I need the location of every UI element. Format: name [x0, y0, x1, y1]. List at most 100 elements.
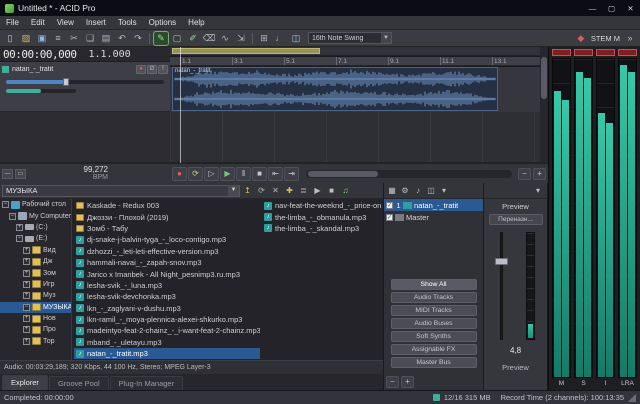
file-item[interactable]: ♪lesha-svik-devchonka.mp3: [74, 291, 260, 302]
file-item[interactable]: ♪lesha-svik_-_luna.mp3: [74, 280, 260, 291]
expand-icon[interactable]: +: [23, 292, 30, 299]
audio-event-clip[interactable]: natan_-_tratit: [172, 67, 498, 111]
refresh-icon[interactable]: ⟳: [255, 185, 268, 197]
expand-icon[interactable]: +: [23, 247, 30, 254]
file-item[interactable]: ♪natan_-_tratit.mp3: [74, 348, 260, 359]
undo-icon[interactable]: ↶: [115, 32, 129, 45]
vertical-scrollbar-thumb[interactable]: [541, 57, 547, 99]
timeline-track-lane[interactable]: natan_-_tratit: [170, 67, 540, 112]
audio-icon[interactable]: ♪: [412, 185, 424, 197]
tree-item[interactable]: +Вид: [0, 245, 71, 256]
file-item[interactable]: ♪lkn_-_zaglyani-v-dushu.mp3: [74, 303, 260, 314]
menu-item-insert[interactable]: Insert: [80, 16, 112, 30]
clip-indicator[interactable]: [552, 49, 571, 56]
auto-preview-icon[interactable]: ♫: [339, 185, 352, 197]
properties-icon[interactable]: ≡: [51, 32, 65, 45]
collapse-icon[interactable]: −: [16, 235, 23, 242]
file-item[interactable]: ♪madeintyo-feat-2-chainz_-_i-want-feat-2…: [74, 325, 260, 336]
tree-item[interactable]: +Нов: [0, 313, 71, 324]
horizontal-scrollbar[interactable]: [306, 170, 512, 178]
menu-item-file[interactable]: File: [0, 16, 25, 30]
file-item[interactable]: Джоззи - Плохой (2019): [74, 211, 260, 222]
vertical-scrollbar[interactable]: [540, 47, 548, 163]
soft-synths-button[interactable]: Soft Synths: [391, 331, 477, 342]
cut-icon[interactable]: ✂: [67, 32, 81, 45]
menu-item-options[interactable]: Options: [143, 16, 183, 30]
solo-icon[interactable]: !: [158, 65, 168, 74]
tree-item[interactable]: −My Computer: [0, 210, 71, 221]
erase-tool-icon[interactable]: ⌫: [202, 32, 216, 45]
copy-icon[interactable]: ❏: [83, 32, 97, 45]
collapse-icon[interactable]: −: [23, 304, 30, 311]
menu-item-edit[interactable]: Edit: [25, 16, 51, 30]
toolbar-overflow-icon[interactable]: »: [623, 32, 637, 45]
tab-explorer[interactable]: Explorer: [2, 375, 48, 390]
mixer-icon[interactable]: ◫: [289, 32, 303, 45]
mixer-view-icon[interactable]: ◫: [425, 185, 437, 197]
minimize-track-icon[interactable]: —: [2, 169, 13, 179]
list-view-icon[interactable]: ▦: [386, 185, 398, 197]
tree-item[interactable]: +Зом: [0, 267, 71, 278]
menu-item-tools[interactable]: Tools: [112, 16, 143, 30]
audio-tracks-button[interactable]: Audio Tracks: [391, 292, 477, 303]
tab-plug-in-manager[interactable]: Plug-In Manager: [110, 376, 183, 390]
tree-item[interactable]: +Тор: [0, 336, 71, 347]
pause-button[interactable]: ‖: [236, 167, 251, 181]
expand-icon[interactable]: +: [23, 326, 30, 333]
expand-icon[interactable]: +: [16, 224, 23, 231]
draw-tool-icon[interactable]: ✎: [154, 32, 168, 45]
tree-item[interactable]: −(E:): [0, 233, 71, 244]
volume-slider-handle[interactable]: [63, 78, 69, 86]
timeline-empty-area[interactable]: [170, 112, 540, 163]
expand-icon[interactable]: +: [23, 270, 30, 277]
menu-item-help[interactable]: Help: [182, 16, 210, 30]
redo-icon[interactable]: ↷: [131, 32, 145, 45]
expand-icon[interactable]: +: [23, 258, 30, 265]
assignable-fx-button[interactable]: Assignable FX: [391, 344, 477, 355]
clip-indicator[interactable]: [574, 49, 593, 56]
metronome-icon[interactable]: ♩: [273, 32, 287, 45]
file-item[interactable]: ♪nav-feat-the-weeknd_-_price-on...: [262, 200, 382, 211]
file-item[interactable]: Зомб - Табу: [74, 223, 260, 234]
file-item[interactable]: Kaskade - Redux 003: [74, 200, 260, 211]
mute-icon[interactable]: ∅: [147, 65, 157, 74]
maximize-button[interactable]: ▢: [602, 0, 621, 16]
track-header[interactable]: natan_-_tratit ●∅!: [0, 62, 170, 112]
expand-icon[interactable]: +: [23, 338, 30, 345]
time-selection-tool-icon[interactable]: ⇲: [234, 32, 248, 45]
marker-bar[interactable]: [170, 47, 540, 56]
paint-tool-icon[interactable]: ✐: [186, 32, 200, 45]
play-preview-icon[interactable]: ▶: [311, 185, 324, 197]
tree-item[interactable]: +(C:): [0, 222, 71, 233]
tree-item[interactable]: +Дж: [0, 256, 71, 267]
checkbox[interactable]: ✓: [386, 202, 393, 209]
stem-icon[interactable]: ◆: [574, 32, 588, 45]
midi-tracks-button[interactable]: MIDI Tracks: [391, 305, 477, 316]
loop-region[interactable]: [172, 48, 320, 54]
tab-groove-pool[interactable]: Groove Pool: [49, 376, 109, 390]
play-button[interactable]: ▶: [220, 167, 235, 181]
restore-track-icon[interactable]: ▭: [15, 169, 26, 179]
collapse-icon[interactable]: −: [9, 213, 16, 220]
go-to-start-button[interactable]: ⇤: [268, 167, 283, 181]
tree-item[interactable]: +Про: [0, 324, 71, 335]
new-folder-icon[interactable]: ✚: [283, 185, 296, 197]
audio-buses-button[interactable]: Audio Buses: [391, 318, 477, 329]
file-item[interactable]: ♪dj-snake-j-balvin-tyga_-_loco-contigo.m…: [74, 234, 260, 245]
record-button[interactable]: ●: [172, 167, 187, 181]
loop-playback-button[interactable]: ⟳: [188, 167, 203, 181]
tree-item[interactable]: −МУЗЫКА: [0, 302, 71, 313]
file-item[interactable]: ♪lkn-ramil_-_moya-plennica-alexei-shkurk…: [74, 314, 260, 325]
clip-indicator[interactable]: [618, 49, 637, 56]
tree-item[interactable]: −Рабочий стол: [0, 199, 71, 210]
stem-button[interactable]: STEM M: [591, 34, 620, 43]
tempo-display[interactable]: 99,272 BPM: [84, 166, 108, 182]
clip-indicator[interactable]: [596, 49, 615, 56]
tree-item[interactable]: +Игр: [0, 279, 71, 290]
file-item[interactable]: ♪mband_-_uletayu.mp3: [74, 337, 260, 348]
zoom-out-button[interactable]: −: [386, 376, 399, 388]
up-level-icon[interactable]: ↥: [241, 185, 254, 197]
collapse-icon[interactable]: −: [2, 201, 9, 208]
save-icon[interactable]: ▣: [35, 32, 49, 45]
expand-icon[interactable]: +: [23, 315, 30, 322]
